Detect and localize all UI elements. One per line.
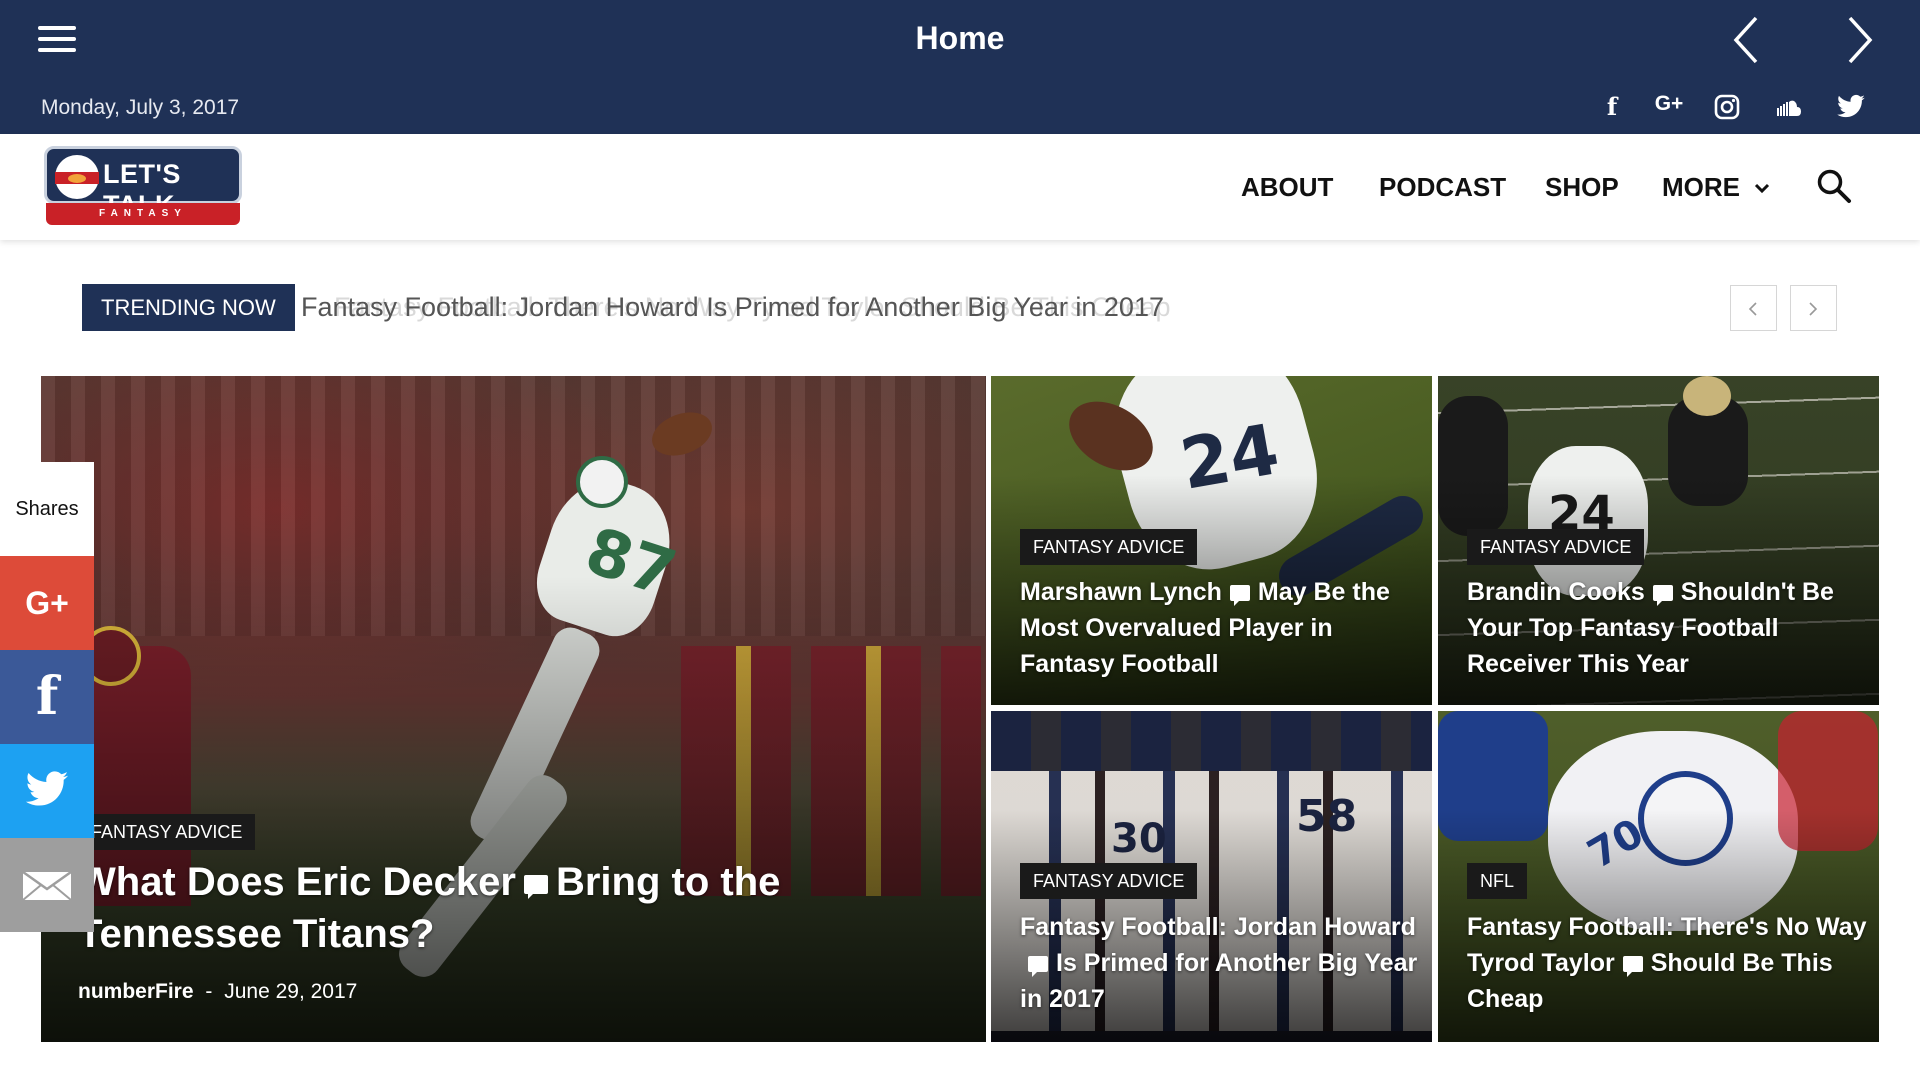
twitter-icon[interactable]	[1836, 94, 1866, 120]
comment-icon	[1622, 956, 1643, 978]
menu-item-about[interactable]: ABOUT	[1241, 172, 1333, 203]
title-text: Is Primed for Another Big Year in 2017	[1020, 949, 1418, 1013]
chevron-left-icon[interactable]	[1728, 14, 1768, 66]
menu-item-podcast[interactable]: PODCAST	[1379, 172, 1506, 203]
share-email-button[interactable]	[0, 838, 94, 932]
title-text: Fantasy Football: Jordan Howard	[1020, 913, 1416, 941]
site-logo[interactable]: LET'S TALK FANTASY FOOTBALL	[44, 146, 244, 241]
player-helmet	[576, 456, 628, 508]
featured-article-card[interactable]: 87 FANTASY ADVICE What Does Eric Decker B…	[41, 376, 986, 1042]
article-byline: numberFire - June 29, 2017	[78, 980, 357, 1004]
soundcloud-icon[interactable]	[1774, 98, 1802, 118]
instagram-icon[interactable]	[1714, 94, 1740, 120]
player-helmet	[1683, 376, 1731, 416]
twitter-icon	[25, 771, 69, 806]
comment-icon	[523, 874, 548, 899]
email-icon	[22, 871, 72, 901]
google-plus-icon[interactable]: G+	[1649, 92, 1689, 122]
search-icon[interactable]	[1816, 168, 1852, 204]
author-name[interactable]: numberFire	[78, 980, 194, 1003]
top-bar: Home Monday, July 3, 2017 f G+	[0, 0, 1920, 134]
image-overlay	[41, 575, 986, 1042]
article-date: June 29, 2017	[224, 980, 358, 1003]
article-card[interactable]: 24 FANTASY ADVICE Brandin CooksShouldn't…	[1438, 376, 1879, 705]
social-links: f G+	[1580, 92, 1880, 126]
chevron-left-icon	[1748, 302, 1757, 316]
byline-separator: -	[205, 980, 213, 1003]
menu-item-shop[interactable]: SHOP	[1545, 172, 1619, 203]
trending-prev-button[interactable]	[1730, 285, 1777, 331]
category-badge[interactable]: FANTASY ADVICE	[1020, 529, 1198, 565]
category-badge[interactable]: NFL	[1467, 863, 1528, 899]
trending-headline[interactable]: Fantasy Football: Jordan Howard Is Prime…	[301, 292, 1164, 323]
article-title[interactable]: Marshawn Lynch May Be the Most Overvalued…	[1020, 574, 1420, 682]
comment-icon	[1652, 585, 1673, 607]
title-text: Brandin Cooks	[1467, 578, 1645, 606]
comment-icon	[1028, 956, 1048, 978]
category-badge[interactable]: FANTASY ADVICE	[78, 814, 256, 850]
comment-icon	[1229, 585, 1250, 607]
article-card[interactable]: 58 30 FANTASY ADVICE Fantasy Football: J…	[991, 711, 1432, 1042]
chevron-right-icon[interactable]	[1838, 14, 1878, 66]
article-card[interactable]: 24 FANTASY ADVICE Marshawn Lynch May Be t…	[991, 376, 1432, 705]
chevron-down-icon	[1754, 183, 1770, 194]
trending-label: TRENDING NOW	[82, 284, 295, 331]
current-date: Monday, July 3, 2017	[41, 96, 240, 119]
share-facebook-button[interactable]: f	[0, 650, 94, 744]
article-title[interactable]: Brandin Cooks Shouldn't Be Your Top Fanta…	[1467, 574, 1867, 682]
player-helmets	[991, 711, 1432, 771]
category-badge[interactable]: FANTASY ADVICE	[1467, 529, 1645, 565]
main-header: LET'S TALK FANTASY FOOTBALL ABOUT PODCAS…	[0, 134, 1920, 241]
chevron-right-icon	[1809, 302, 1818, 316]
google-plus-icon: G+	[25, 585, 69, 621]
share-sidebar: Shares G+ f	[0, 462, 94, 932]
football-badge-icon	[55, 155, 99, 199]
share-twitter-button[interactable]	[0, 744, 94, 838]
title-text: What Does Eric Decker	[78, 860, 516, 904]
facebook-icon[interactable]: f	[1602, 92, 1622, 122]
trending-next-button[interactable]	[1790, 285, 1837, 331]
facebook-icon: f	[35, 666, 59, 727]
featured-article-title[interactable]: What Does Eric Decker Bring to the Tennes…	[78, 856, 838, 960]
menu-item-more[interactable]: MORE	[1662, 172, 1740, 203]
trending-bar: TRENDING NOW Fantasy Football: There's N…	[82, 284, 1838, 332]
title-text: Marshawn Lynch	[1020, 578, 1222, 606]
article-title[interactable]: Fantasy Football: There's No Way Tyrod T…	[1467, 909, 1867, 1017]
article-title[interactable]: Fantasy Football: Jordan Howard Is Primed…	[1020, 909, 1420, 1017]
category-badge[interactable]: FANTASY ADVICE	[1020, 863, 1198, 899]
article-card[interactable]: 70 NFL Fantasy Football: There's No Way …	[1438, 711, 1879, 1042]
logo-subtitle: FANTASY FOOTBALL	[46, 203, 240, 241]
shares-label: Shares	[0, 462, 94, 556]
page-title: Home	[915, 20, 1005, 56]
share-googleplus-button[interactable]: G+	[0, 556, 94, 650]
